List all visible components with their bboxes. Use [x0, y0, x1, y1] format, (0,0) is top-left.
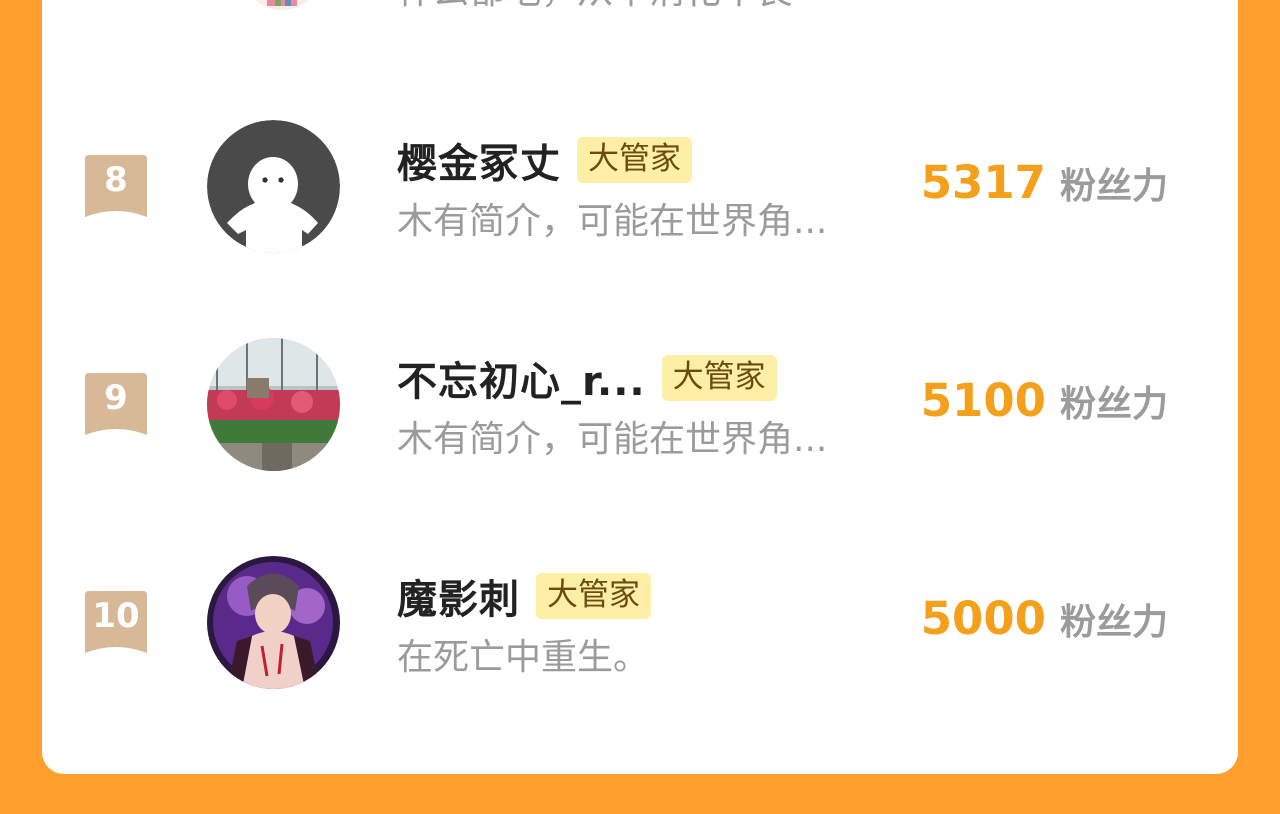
role-badge: 大管家 — [661, 355, 777, 401]
fan-power-label: 粉丝力 — [1059, 384, 1168, 425]
fan-power-label: 粉丝力 — [1059, 602, 1168, 643]
garden-photo-avatar[interactable] — [207, 338, 340, 471]
rank-number: 10 — [92, 596, 140, 636]
user-desc: 木有简介，可能在世界角... — [397, 419, 828, 460]
default-avatar-icon[interactable] — [207, 120, 340, 253]
user-desc: 木有简介，可能在世界角... — [397, 201, 828, 242]
fan-power-label: 粉丝力 — [1059, 166, 1168, 207]
leaderboard-row-9[interactable]: 9 不忘初心_r... 大管家 木有简介，可能在世界角... 5100 粉丝力 — [42, 338, 1238, 478]
user-info: 不忘初心_r... 大管家 木有简介，可能在世界角... — [397, 350, 897, 470]
user-info: 魔影刺 大管家 在死亡中重生。 — [397, 568, 897, 688]
leaderboard-row-8[interactable]: 8 樱金冢丈 大管家 木有简介，可能在世界角... 5317 粉丝力 — [42, 120, 1238, 260]
user-name[interactable]: 不忘初心_r... — [397, 349, 646, 407]
anime-character-avatar[interactable] — [207, 556, 340, 689]
user-desc: 在死亡中重生。 — [397, 637, 650, 678]
leaderboard-card: 什么都吃，从不消化不良 8 樱金冢丈 大管家 木有简介，可能在世界角... — [42, 0, 1238, 774]
role-badge: 大管家 — [577, 137, 692, 183]
leaderboard-row-10[interactable]: 10 魔影刺 大管家 在死亡中重生。 5000 粉丝力 — [42, 556, 1238, 696]
fan-power-value: 5000 — [920, 592, 1046, 645]
fan-power: 5100 粉丝力 — [921, 374, 1168, 427]
fan-power-value: 5100 — [920, 374, 1046, 427]
partial-avatar[interactable] — [237, 0, 327, 10]
rank-ribbon: 8 — [85, 155, 147, 217]
rank-ribbon: 9 — [85, 373, 147, 435]
role-badge: 大管家 — [536, 573, 651, 619]
rank-number: 9 — [104, 378, 128, 418]
fan-power: 5317 粉丝力 — [921, 156, 1168, 209]
user-name[interactable]: 魔影刺 — [397, 567, 520, 625]
rank-ribbon: 10 — [85, 591, 147, 653]
fan-power: 5000 粉丝力 — [921, 592, 1168, 645]
rank-number: 8 — [104, 160, 128, 200]
partial-row-desc: 什么都吃，从不消化不良 — [397, 0, 793, 14]
partial-row: 什么都吃，从不消化不良 — [42, 0, 1238, 15]
user-name[interactable]: 樱金冢丈 — [397, 131, 561, 189]
user-info: 樱金冢丈 大管家 木有简介，可能在世界角... — [397, 132, 897, 252]
fan-power-value: 5317 — [920, 156, 1046, 209]
